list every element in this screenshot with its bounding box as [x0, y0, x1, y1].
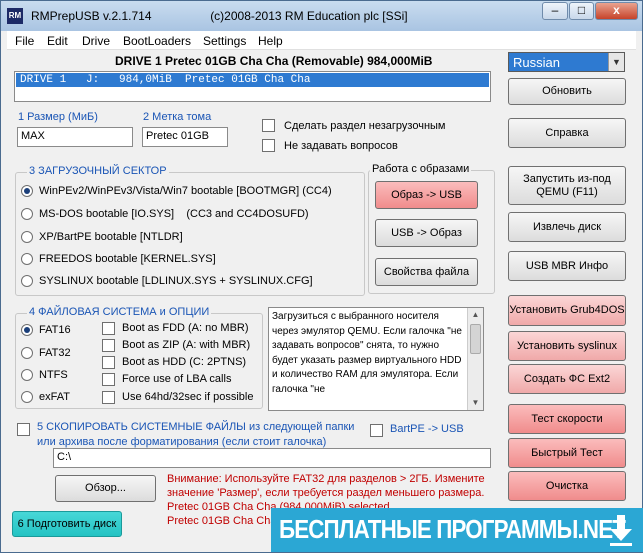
drive-list[interactable]: DRIVE 1 J: 984,0MiB Pretec 01GB Cha Cha: [14, 71, 491, 102]
watermark-text: БЕСПЛАТНЫЕ ПРОГРАММЫ.NET: [279, 514, 626, 544]
download-arrow-icon: [607, 513, 635, 547]
info-textbox[interactable]: Загрузиться с выбранного носителя через …: [268, 307, 484, 411]
refresh-button[interactable]: Обновить: [508, 78, 626, 105]
warning-line-1: Внимание: Используйте FAT32 для разделов…: [167, 473, 485, 485]
fs-opt-checkbox-1[interactable]: [102, 339, 115, 352]
close-button[interactable]: x: [595, 2, 638, 20]
app-icon: RM: [7, 8, 23, 24]
title-bar[interactable]: RM RMPrepUSB v.2.1.714 (c)2008-2013 RM E…: [1, 1, 642, 31]
info-scrollbar[interactable]: ▲ ▼: [467, 308, 483, 410]
scroll-up-icon[interactable]: ▲: [468, 308, 483, 322]
maximize-button[interactable]: □: [569, 2, 594, 20]
menu-help[interactable]: Help: [258, 34, 283, 48]
no-questions-label: Не задавать вопросов: [284, 140, 398, 152]
image-to-usb-button[interactable]: Образ -> USB: [375, 181, 478, 209]
scroll-down-icon[interactable]: ▼: [468, 396, 483, 410]
menu-edit[interactable]: Edit: [47, 34, 68, 48]
copyright-text: (c)2008-2013 RM Education plc [SSi]: [210, 9, 408, 23]
app-window: RM RMPrepUSB v.2.1.714 (c)2008-2013 RM E…: [0, 0, 643, 553]
menu-file[interactable]: File: [15, 34, 34, 48]
boot-option-4: SYSLINUX bootable [LDLINUX.SYS + SYSLINU…: [39, 275, 313, 287]
language-select[interactable]: Russian ▼: [508, 52, 625, 72]
size-label: 1 Размер (МиБ): [18, 111, 98, 123]
warning-line-2: значение 'Размер', если требуется раздел…: [167, 487, 485, 499]
size-input[interactable]: MAX: [17, 127, 133, 147]
prepare-drive-button[interactable]: 6 Подготовить диск: [12, 511, 122, 537]
fs-radio-fat16[interactable]: [21, 324, 33, 336]
boot-radio-0[interactable]: [21, 185, 33, 197]
boot-option-3: FREEDOS bootable [KERNEL.SYS]: [39, 253, 216, 265]
fs-radio-exfat[interactable]: [21, 391, 33, 403]
speed-test-button[interactable]: Тест скорости: [508, 404, 626, 434]
ext2-button[interactable]: Создать ФС Ext2: [508, 364, 626, 394]
copy-files-label-1: 5 СКОПИРОВАТЬ СИСТЕМНЫЕ ФАЙЛЫ из следующ…: [37, 421, 355, 433]
fs-opt-checkbox-2[interactable]: [102, 356, 115, 369]
mbr-info-button[interactable]: USB MBR Инфо: [508, 251, 626, 281]
image-group-title: Работа с образами: [370, 163, 472, 175]
no-questions-checkbox[interactable]: [262, 139, 275, 152]
quick-test-button[interactable]: Быстрый Тест: [508, 438, 626, 468]
client-area: File Edit Drive BootLoaders Settings Hel…: [7, 31, 636, 548]
copy-files-label-2: или архива после форматирования (если ст…: [37, 436, 327, 448]
fs-opt-label-1: Boot as ZIP (A: with MBR): [122, 339, 251, 351]
boot-radio-3[interactable]: [21, 253, 33, 265]
app-title: RMPrepUSB v.2.1.714: [31, 9, 152, 23]
fs-opt-checkbox-0[interactable]: [102, 322, 115, 335]
info-text: Загрузиться с выбранного носителя через …: [272, 311, 462, 395]
drive-header: DRIVE 1 Pretec 01GB Cha Cha (Removable) …: [115, 54, 433, 68]
fs-option-ntfs: NTFS: [39, 369, 68, 381]
fs-opt-checkbox-3[interactable]: [102, 373, 115, 386]
language-value: Russian: [513, 55, 560, 70]
menu-settings[interactable]: Settings: [203, 34, 246, 48]
browse-button[interactable]: Обзор...: [55, 475, 156, 502]
qemu-button[interactable]: Запустить из-под QEMU (F11): [508, 166, 626, 205]
boot-radio-4[interactable]: [21, 275, 33, 287]
eject-button[interactable]: Извлечь диск: [508, 212, 626, 242]
fs-option-exfat: exFAT: [39, 391, 70, 403]
fs-opt-label-2: Boot as HDD (C: 2PTNS): [122, 356, 247, 368]
source-path-input[interactable]: C:\: [53, 448, 491, 468]
boot-radio-1[interactable]: [21, 208, 33, 220]
chevron-down-icon[interactable]: ▼: [608, 53, 624, 71]
copy-files-checkbox[interactable]: [17, 423, 30, 436]
boot-option-1: MS-DOS bootable [IO.SYS] (CC3 and CC4DOS…: [39, 208, 309, 220]
minimize-button[interactable]: –: [542, 2, 568, 20]
grub4dos-button[interactable]: Установить Grub4DOS: [508, 295, 626, 326]
fs-opt-label-3: Force use of LBA calls: [122, 373, 232, 385]
fs-opt-checkbox-4[interactable]: [102, 391, 115, 404]
fs-opt-label-4: Use 64hd/32sec if possible: [122, 391, 254, 403]
fs-radio-ntfs[interactable]: [21, 369, 33, 381]
boot-sector-title: 3 ЗАГРУЗОЧНЫЙ СЕКТОР: [27, 165, 169, 177]
scroll-thumb[interactable]: [470, 324, 481, 354]
help-button[interactable]: Справка: [508, 118, 626, 148]
bartpe-label: BartPE -> USB: [390, 423, 464, 435]
volume-label: 2 Метка тома: [143, 111, 212, 123]
volume-input[interactable]: Pretec 01GB: [142, 127, 228, 147]
fs-option-fat16: FAT16: [39, 324, 71, 336]
filesystem-title: 4 ФАЙЛОВАЯ СИСТЕМА и ОПЦИИ: [27, 306, 212, 318]
menu-drive[interactable]: Drive: [82, 34, 110, 48]
usb-to-image-button[interactable]: USB -> Образ: [375, 219, 478, 247]
boot-radio-2[interactable]: [21, 231, 33, 243]
fs-opt-label-0: Boot as FDD (A: no MBR): [122, 322, 249, 334]
menu-bootloaders[interactable]: BootLoaders: [123, 34, 191, 48]
watermark-banner: БЕСПЛАТНЫЕ ПРОГРАММЫ.NET: [271, 508, 643, 552]
fs-radio-fat32[interactable]: [21, 347, 33, 359]
fs-option-fat32: FAT32: [39, 347, 71, 359]
drive-list-row[interactable]: DRIVE 1 J: 984,0MiB Pretec 01GB Cha Cha: [16, 73, 489, 87]
menu-bar: File Edit Drive BootLoaders Settings Hel…: [7, 31, 636, 50]
clean-button[interactable]: Очистка: [508, 471, 626, 501]
window-title: RMPrepUSB v.2.1.714 (c)2008-2013 RM Educ…: [31, 9, 408, 23]
file-properties-button[interactable]: Свойства файла: [375, 258, 478, 286]
bartpe-checkbox[interactable]: [370, 424, 383, 437]
non-bootable-checkbox[interactable]: [262, 119, 275, 132]
boot-option-2: XP/BartPE bootable [NTLDR]: [39, 231, 183, 243]
non-bootable-label: Сделать раздел незагрузочным: [284, 120, 446, 132]
syslinux-button[interactable]: Установить syslinux: [508, 331, 626, 361]
boot-option-0: WinPEv2/WinPEv3/Vista/Win7 bootable [BOO…: [39, 185, 332, 197]
